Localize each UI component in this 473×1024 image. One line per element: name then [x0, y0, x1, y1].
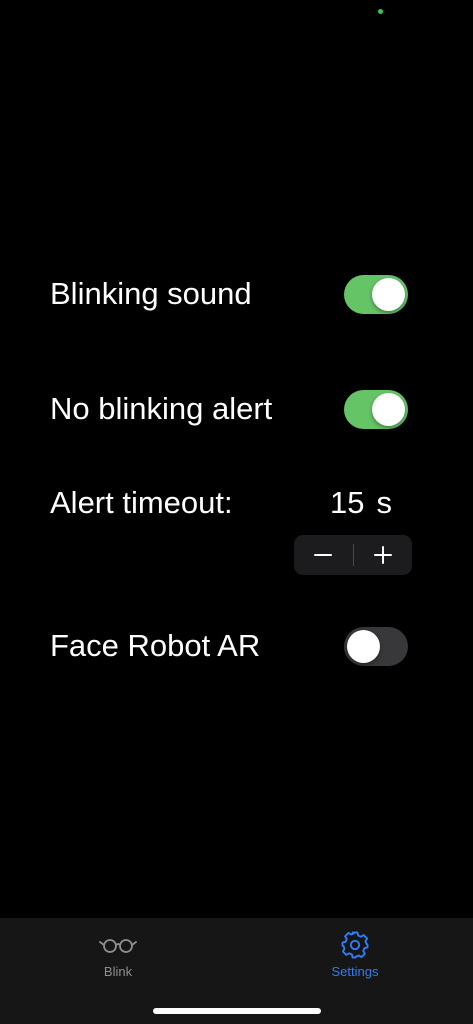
no-blinking-alert-toggle[interactable]: [344, 390, 408, 429]
minus-icon: [314, 554, 333, 556]
camera-indicator-dot: [378, 9, 383, 14]
gear-icon: [340, 930, 370, 960]
alert-timeout-unit: s: [376, 485, 392, 520]
home-indicator[interactable]: [153, 1008, 321, 1014]
face-robot-ar-label: Face Robot AR: [50, 628, 261, 663]
decrement-button[interactable]: [294, 535, 353, 575]
tab-blink[interactable]: Blink: [0, 918, 236, 988]
no-blinking-alert-label: No blinking alert: [50, 391, 273, 426]
plus-icon: [373, 546, 392, 564]
glasses-icon: [99, 930, 137, 960]
alert-timeout-label: Alert timeout:: [50, 485, 233, 520]
toggle-knob: [372, 393, 405, 426]
increment-button[interactable]: [354, 535, 413, 575]
alert-timeout-stepper: [294, 535, 412, 575]
blinking-sound-toggle[interactable]: [344, 275, 408, 314]
tab-blink-label: Blink: [103, 964, 133, 979]
toggle-knob: [372, 278, 405, 311]
tab-settings-label: Settings: [331, 964, 379, 979]
toggle-knob: [347, 630, 380, 663]
tab-settings[interactable]: Settings: [237, 918, 473, 988]
blinking-sound-label: Blinking sound: [50, 276, 252, 311]
face-robot-ar-toggle[interactable]: [344, 627, 408, 666]
alert-timeout-value: 15 s: [330, 485, 392, 521]
alert-timeout-number: 15: [330, 485, 365, 520]
